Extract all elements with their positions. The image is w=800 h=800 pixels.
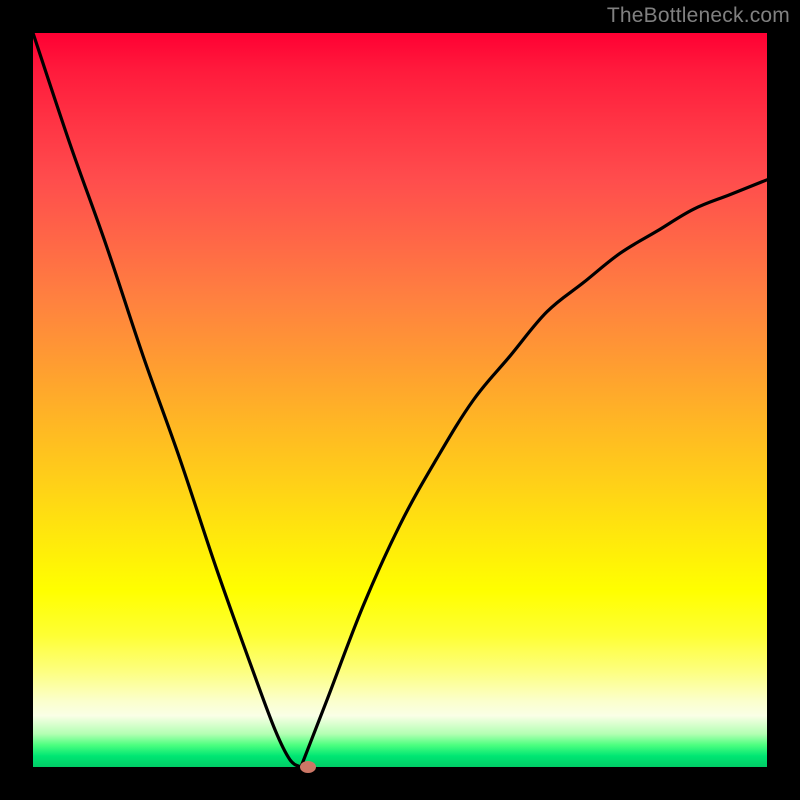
watermark-text: TheBottleneck.com xyxy=(607,4,790,28)
chart-frame: TheBottleneck.com xyxy=(0,0,800,800)
optimal-point-marker xyxy=(300,761,316,773)
bottleneck-curve xyxy=(33,33,767,767)
plot-area xyxy=(33,33,767,767)
